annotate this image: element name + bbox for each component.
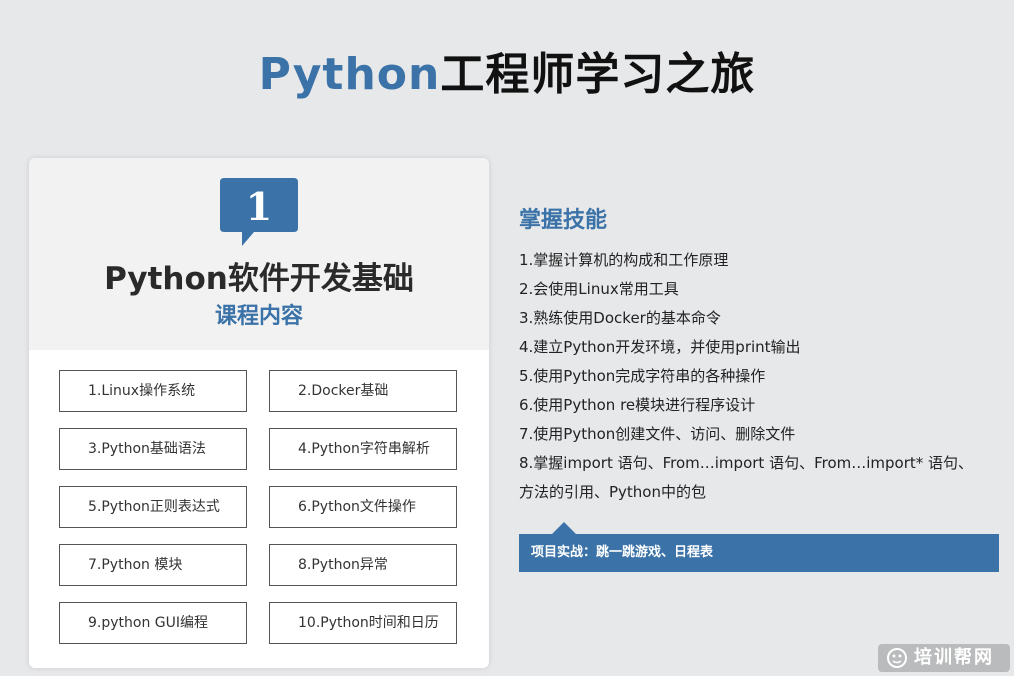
page-title-accent: Python <box>258 49 441 100</box>
skills-list: 1.掌握计算机的构成和工作原理 2.会使用Linux常用工具 3.熟练使用Doc… <box>519 246 999 507</box>
card-subtitle: 课程内容 <box>214 304 303 329</box>
skill-item-continuation: 方法的引用、Python中的包 <box>519 483 706 501</box>
page-title-rest: 工程师学习之旅 <box>440 49 756 100</box>
module-item[interactable]: 3.Python基础语法 <box>59 428 247 470</box>
badge-number: 1 <box>246 184 272 229</box>
module-item[interactable]: 6.Python文件操作 <box>269 486 457 528</box>
skill-item: 3.熟练使用Docker的基本命令 <box>519 309 721 327</box>
project-bar-pointer <box>552 522 576 534</box>
module-item[interactable]: 2.Docker基础 <box>269 370 457 412</box>
skill-item: 7.使用Python创建文件、访问、删除文件 <box>519 425 796 443</box>
speech-bubble-badge-icon: 1 <box>220 178 298 246</box>
module-item[interactable]: 4.Python字符串解析 <box>269 428 457 470</box>
card-header: 1 Python软件开发基础 课程内容 <box>29 158 489 350</box>
skill-item: 1.掌握计算机的构成和工作原理 <box>519 251 729 269</box>
module-item[interactable]: 1.Linux操作系统 <box>59 370 247 412</box>
module-item[interactable]: 10.Python时间和日历 <box>269 602 457 644</box>
module-item[interactable]: 7.Python 模块 <box>59 544 247 586</box>
module-item[interactable]: 9.python GUI编程 <box>59 602 247 644</box>
skill-item: 2.会使用Linux常用工具 <box>519 280 679 298</box>
watermark-logo-icon <box>887 648 907 668</box>
watermark-text: 培训帮网 <box>914 647 994 668</box>
card-title: Python软件开发基础 <box>104 261 414 297</box>
course-card: 1 Python软件开发基础 课程内容 1.Linux操作系统 2.Docker… <box>29 158 489 668</box>
skills-title: 掌握技能 <box>519 208 608 233</box>
module-grid: 1.Linux操作系统 2.Docker基础 3.Python基础语法 4.Py… <box>59 370 459 650</box>
skill-item: 5.使用Python完成字符串的各种操作 <box>519 367 766 385</box>
watermark: 培训帮网 <box>878 644 1010 672</box>
module-item[interactable]: 8.Python异常 <box>269 544 457 586</box>
skill-item: 4.建立Python开发环境，并使用print输出 <box>519 338 801 356</box>
skill-item: 8.掌握import 语句、From…import 语句、From…import… <box>519 454 974 472</box>
skill-item: 6.使用Python re模块进行程序设计 <box>519 396 756 414</box>
project-bar[interactable]: 项目实战：跳一跳游戏、日程表 <box>519 534 999 572</box>
module-item[interactable]: 5.Python正则表达式 <box>59 486 247 528</box>
page-title: Python工程师学习之旅 <box>0 38 1014 102</box>
